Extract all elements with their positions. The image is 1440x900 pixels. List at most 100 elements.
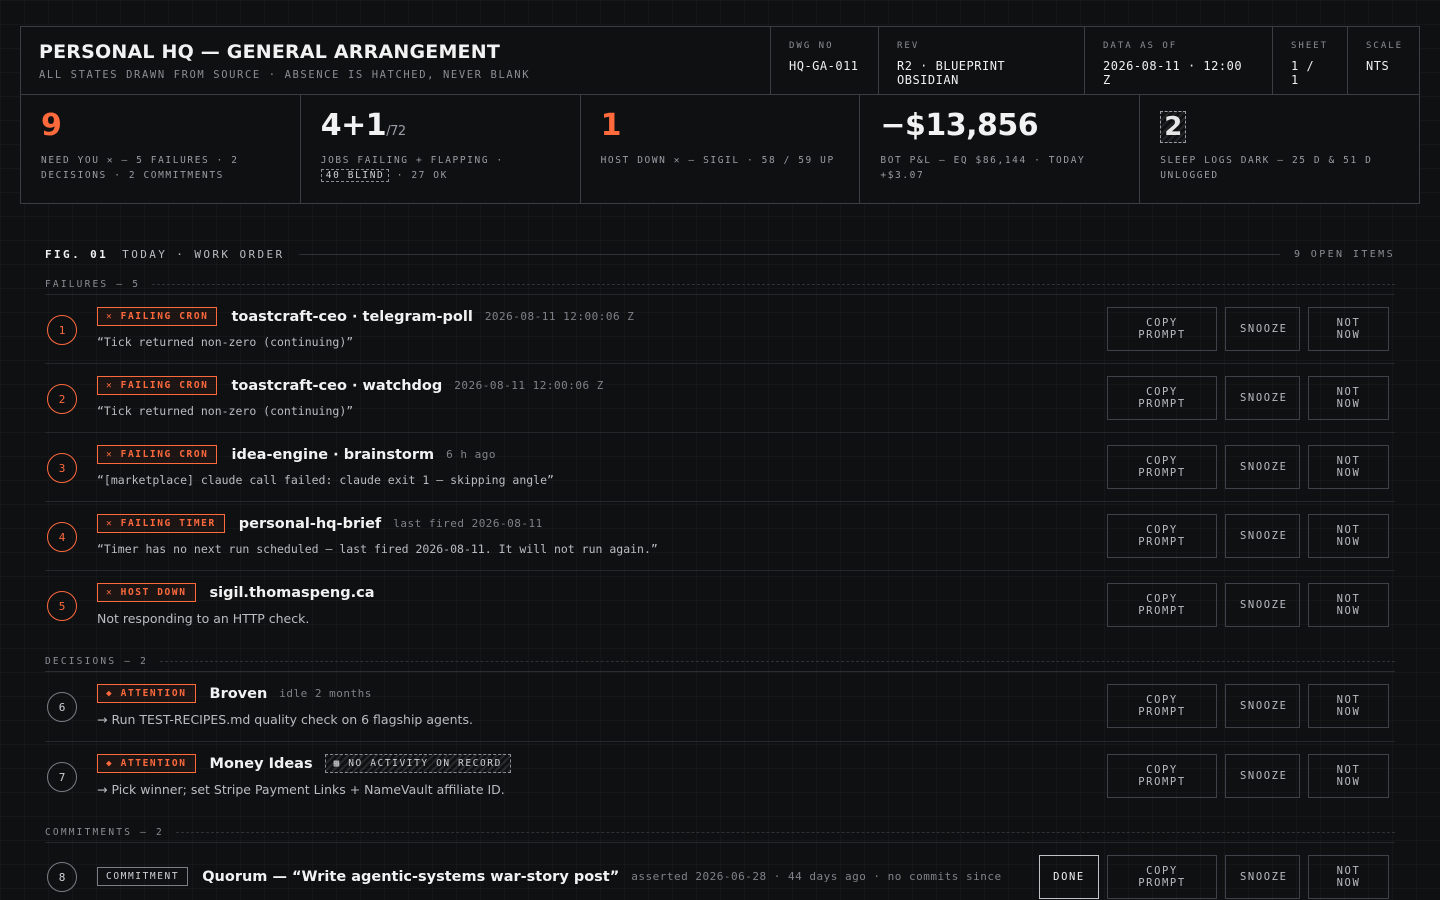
stat-bot[interactable]: −$13,856 BOT P&L — EQ $86,144 · TODAY +$…	[859, 95, 1139, 203]
copy-prompt-button[interactable]: COPY PROMPT	[1107, 684, 1217, 728]
stat-sleep-desc: SLEEP LOGS DARK — 25 D & 51 D UNLOGGED	[1160, 155, 1373, 181]
work-order-header: FIG. 01 TODAY · WORK ORDER 9 OPEN ITEMS	[45, 248, 1395, 261]
copy-prompt-button[interactable]: COPY PROMPT	[1107, 445, 1217, 489]
item-name[interactable]: sigil.thomaspeng.ca	[210, 585, 375, 601]
item-header: ✕ FAILING CRON toastcraft-ceo · watchdog…	[97, 376, 604, 395]
item-name[interactable]: toastcraft-ceo · watchdog	[231, 378, 442, 394]
snooze-button[interactable]: SNOOZE	[1225, 583, 1300, 627]
blind-badge: 40 BLIND	[320, 169, 390, 182]
item-actions: COPY PROMPT SNOOZE NOT NOW	[1107, 754, 1389, 798]
stat-jobs-desc-b: · 27 OK	[396, 170, 448, 181]
not-now-button[interactable]: NOT NOW	[1308, 583, 1389, 627]
copy-prompt-button[interactable]: COPY PROMPT	[1107, 855, 1217, 899]
stat-jobs-count: 4+1	[320, 108, 387, 143]
section-rule	[152, 284, 1395, 285]
item-actions: COPY PROMPT SNOOZE NOT NOW	[1107, 514, 1389, 558]
copy-prompt-button[interactable]: COPY PROMPT	[1107, 514, 1217, 558]
copy-prompt-button[interactable]: COPY PROMPT	[1107, 307, 1217, 351]
snooze-button[interactable]: SNOOZE	[1225, 445, 1300, 489]
stat-need-you[interactable]: 9 NEED YOU ✕ — 5 FAILURES · 2 DECISIONS …	[21, 95, 300, 203]
copy-prompt-button[interactable]: COPY PROMPT	[1107, 754, 1217, 798]
item-actions: COPY PROMPT SNOOZE NOT NOW	[1107, 376, 1389, 420]
stat-need-you-value: 9	[41, 108, 62, 143]
snooze-button[interactable]: SNOOZE	[1225, 855, 1300, 899]
item-meta: 2026-08-11 12:00:06 Z	[484, 310, 635, 323]
stat-sleep-value: 2	[1160, 111, 1187, 143]
item-meta: 6 h ago	[446, 448, 496, 461]
item-number: 7	[47, 762, 77, 792]
section-rule	[175, 832, 1395, 833]
title-block: PERSONAL HQ — GENERAL ARRANGEMENT ALL ST…	[20, 26, 1420, 204]
commitment-tag: COMMITMENT	[97, 867, 189, 886]
item-meta: asserted 2026-06-28 · 44 days ago · no c…	[631, 870, 1002, 883]
stat-host-desc: HOST DOWN ✕ — SIGIL · 58 / 59 UP	[600, 155, 835, 166]
item-meta: last fired 2026-08-11	[393, 517, 543, 530]
work-item: 3 ✕ FAILING CRON idea-engine · brainstor…	[45, 432, 1395, 501]
sheet-label: SHEET	[1291, 41, 1329, 51]
snooze-button[interactable]: SNOOZE	[1225, 754, 1300, 798]
dwg-no-label: DWG NO	[789, 41, 834, 51]
item-number: 8	[47, 862, 77, 892]
stat-need-you-desc: NEED YOU ✕ — 5 FAILURES · 2 DECISIONS · …	[41, 155, 239, 181]
item-name[interactable]: idea-engine · brainstorm	[231, 447, 434, 463]
work-item: 7 ◆ ATTENTION Money Ideas ▩ NO ACTIVITY …	[45, 741, 1395, 810]
item-header: ◆ ATTENTION Money Ideas ▩ NO ACTIVITY ON…	[97, 754, 511, 773]
scale-label: SCALE	[1366, 41, 1404, 51]
not-now-button[interactable]: NOT NOW	[1308, 376, 1389, 420]
stat-host[interactable]: 1 HOST DOWN ✕ — SIGIL · 58 / 59 UP	[579, 95, 860, 203]
stat-host-value: 1	[600, 108, 622, 143]
stat-jobs-total: /72	[386, 124, 406, 139]
item-actions: COPY PROMPT SNOOZE NOT NOW	[1107, 684, 1389, 728]
stat-sleep-value-wrap: 2	[1160, 111, 1399, 143]
not-now-button[interactable]: NOT NOW	[1308, 514, 1389, 558]
snooze-button[interactable]: SNOOZE	[1225, 307, 1300, 351]
work-item: 6 ◆ ATTENTION Broven idle 2 months → Run…	[45, 671, 1395, 740]
item-number: 2	[47, 384, 77, 414]
stat-sleep[interactable]: 2 SLEEP LOGS DARK — 25 D & 51 D UNLOGGED	[1139, 95, 1419, 203]
page-subtitle: ALL STATES DRAWN FROM SOURCE · ABSENCE I…	[39, 69, 531, 81]
section-rule	[160, 661, 1395, 662]
attention-tag: ◆ ATTENTION	[97, 754, 196, 773]
failing-cron-tag: ✕ FAILING CRON	[97, 376, 218, 395]
not-now-button[interactable]: NOT NOW	[1308, 855, 1389, 899]
item-name[interactable]: personal-hq-brief	[239, 516, 381, 532]
item-detail: → Pick winner; set Stripe Payment Links …	[97, 782, 505, 797]
copy-prompt-button[interactable]: COPY PROMPT	[1107, 583, 1217, 627]
stat-jobs[interactable]: 4+1/72 JOBS FAILING + FLAPPING · 40 BLIND…	[299, 95, 580, 203]
item-header: ✕ HOST DOWN sigil.thomaspeng.ca	[97, 583, 387, 602]
stat-jobs-desc-a: JOBS FAILING + FLAPPING ·	[320, 155, 504, 166]
host-down-tag: ✕ HOST DOWN	[97, 583, 196, 602]
item-name[interactable]: Quorum — “Write agentic-systems war-stor…	[202, 869, 619, 885]
work-order-title: TODAY · WORK ORDER	[122, 248, 285, 261]
section-failures-label: FAILURES	[45, 279, 109, 290]
stat-bot-value: −$13,856	[880, 108, 1039, 143]
section-decisions-label: DECISIONS	[45, 656, 117, 667]
snooze-button[interactable]: SNOOZE	[1225, 684, 1300, 728]
failing-cron-tag: ✕ FAILING CRON	[97, 445, 218, 464]
not-now-button[interactable]: NOT NOW	[1308, 445, 1389, 489]
dwg-no-cell: DWG NO HQ-GA-011	[770, 27, 878, 94]
stats-row: 9 NEED YOU ✕ — 5 FAILURES · 2 DECISIONS …	[21, 95, 1419, 203]
item-name[interactable]: Broven	[210, 686, 268, 702]
no-activity-badge: ▩ NO ACTIVITY ON RECORD	[324, 754, 511, 773]
not-now-button[interactable]: NOT NOW	[1308, 684, 1389, 728]
item-name[interactable]: toastcraft-ceo · telegram-poll	[231, 309, 472, 325]
stat-jobs-desc: JOBS FAILING + FLAPPING · 40 BLIND · 27 O…	[320, 153, 560, 183]
not-now-button[interactable]: NOT NOW	[1308, 307, 1389, 351]
work-item: 5 ✕ HOST DOWN sigil.thomaspeng.ca Not re…	[45, 570, 1395, 639]
page-title: PERSONAL HQ — GENERAL ARRANGEMENT	[39, 41, 500, 63]
item-actions: COPY PROMPT SNOOZE NOT NOW	[1107, 445, 1389, 489]
scale-cell: SCALE NTS	[1347, 27, 1419, 94]
work-item: 4 ✕ FAILING TIMER personal-hq-brief last…	[45, 501, 1395, 570]
data-as-of-cell: DATA AS OF 2026-08-11 · 12:00 Z	[1084, 27, 1272, 94]
snooze-button[interactable]: SNOOZE	[1225, 376, 1300, 420]
title-cell: PERSONAL HQ — GENERAL ARRANGEMENT ALL ST…	[21, 27, 770, 94]
item-detail: “[marketplace] claude call failed: claud…	[97, 473, 554, 487]
attention-tag: ◆ ATTENTION	[97, 684, 196, 703]
item-name[interactable]: Money Ideas	[210, 756, 313, 772]
not-now-button[interactable]: NOT NOW	[1308, 754, 1389, 798]
snooze-button[interactable]: SNOOZE	[1225, 514, 1300, 558]
item-header: ✕ FAILING TIMER personal-hq-brief last f…	[97, 514, 543, 533]
copy-prompt-button[interactable]: COPY PROMPT	[1107, 376, 1217, 420]
done-button[interactable]: DONE	[1039, 855, 1099, 899]
